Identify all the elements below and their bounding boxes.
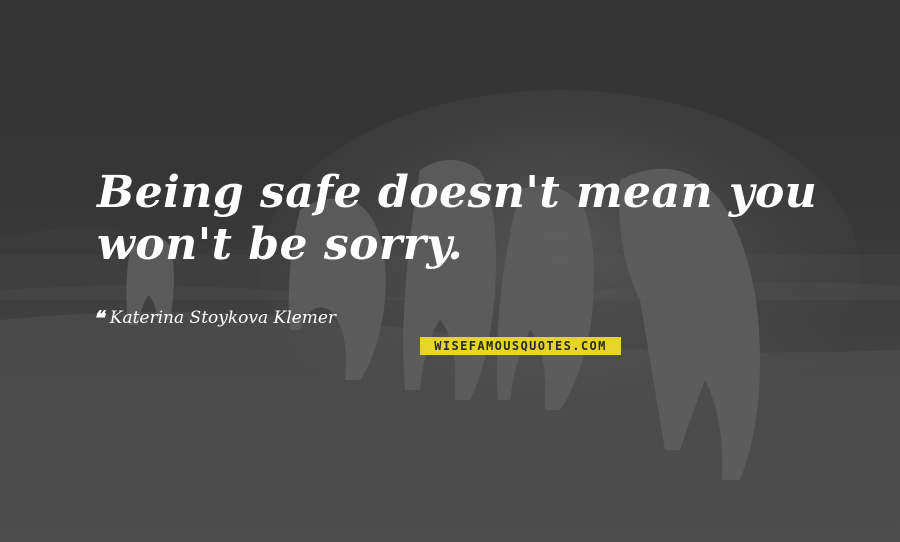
watermark-text: WISEFAMOUSQUOTES.COM	[434, 339, 607, 353]
horses-beach-photo	[0, 0, 900, 542]
quote-image: Being safe doesn't mean you won't be sor…	[0, 0, 900, 542]
watermark-badge: WISEFAMOUSQUOTES.COM	[420, 337, 621, 355]
quote-mark-icon: ❝	[93, 306, 104, 330]
quote-text: Being safe doesn't mean you won't be sor…	[97, 167, 818, 270]
author-line: ❝ Katerina Stoykova Klemer	[93, 306, 336, 330]
author-name: Katerina Stoykova Klemer	[109, 308, 337, 328]
